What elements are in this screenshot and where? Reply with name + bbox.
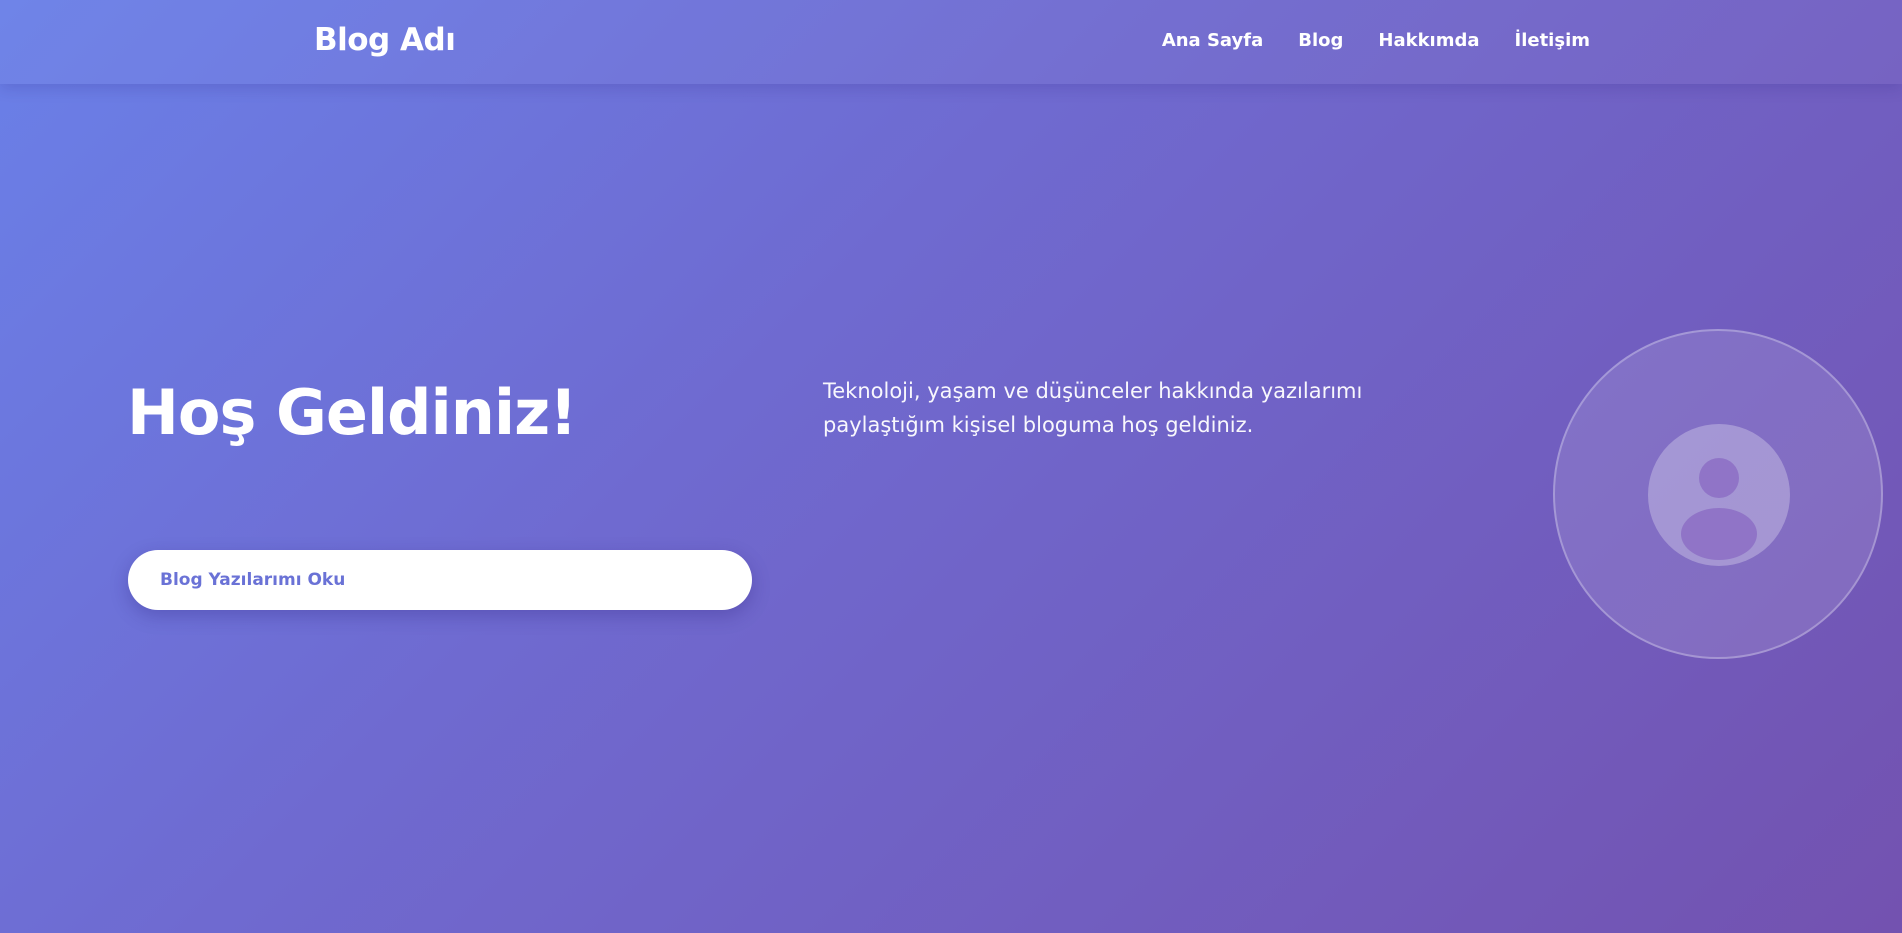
read-blog-button[interactable]: Blog Yazılarımı Oku [128, 550, 752, 610]
nav-link-about[interactable]: Hakkımda [1378, 30, 1479, 51]
main-nav: Ana Sayfa Blog Hakkımda İletişim [1162, 30, 1590, 51]
hero-subtitle: Teknoloji, yaşam ve düşünceler hakkında … [823, 379, 1363, 437]
avatar-circle [1553, 329, 1883, 659]
user-avatar-icon [1648, 424, 1790, 566]
site-header: Blog Adı Ana Sayfa Blog Hakkımda İletişi… [0, 0, 1902, 84]
nav-link-contact[interactable]: İletişim [1515, 30, 1591, 51]
nav-link-blog[interactable]: Blog [1298, 30, 1343, 51]
hero-title: Hoş Geldiniz! [127, 376, 578, 449]
nav-link-home[interactable]: Ana Sayfa [1162, 30, 1263, 51]
site-logo-link[interactable]: Blog Adı [314, 22, 456, 58]
